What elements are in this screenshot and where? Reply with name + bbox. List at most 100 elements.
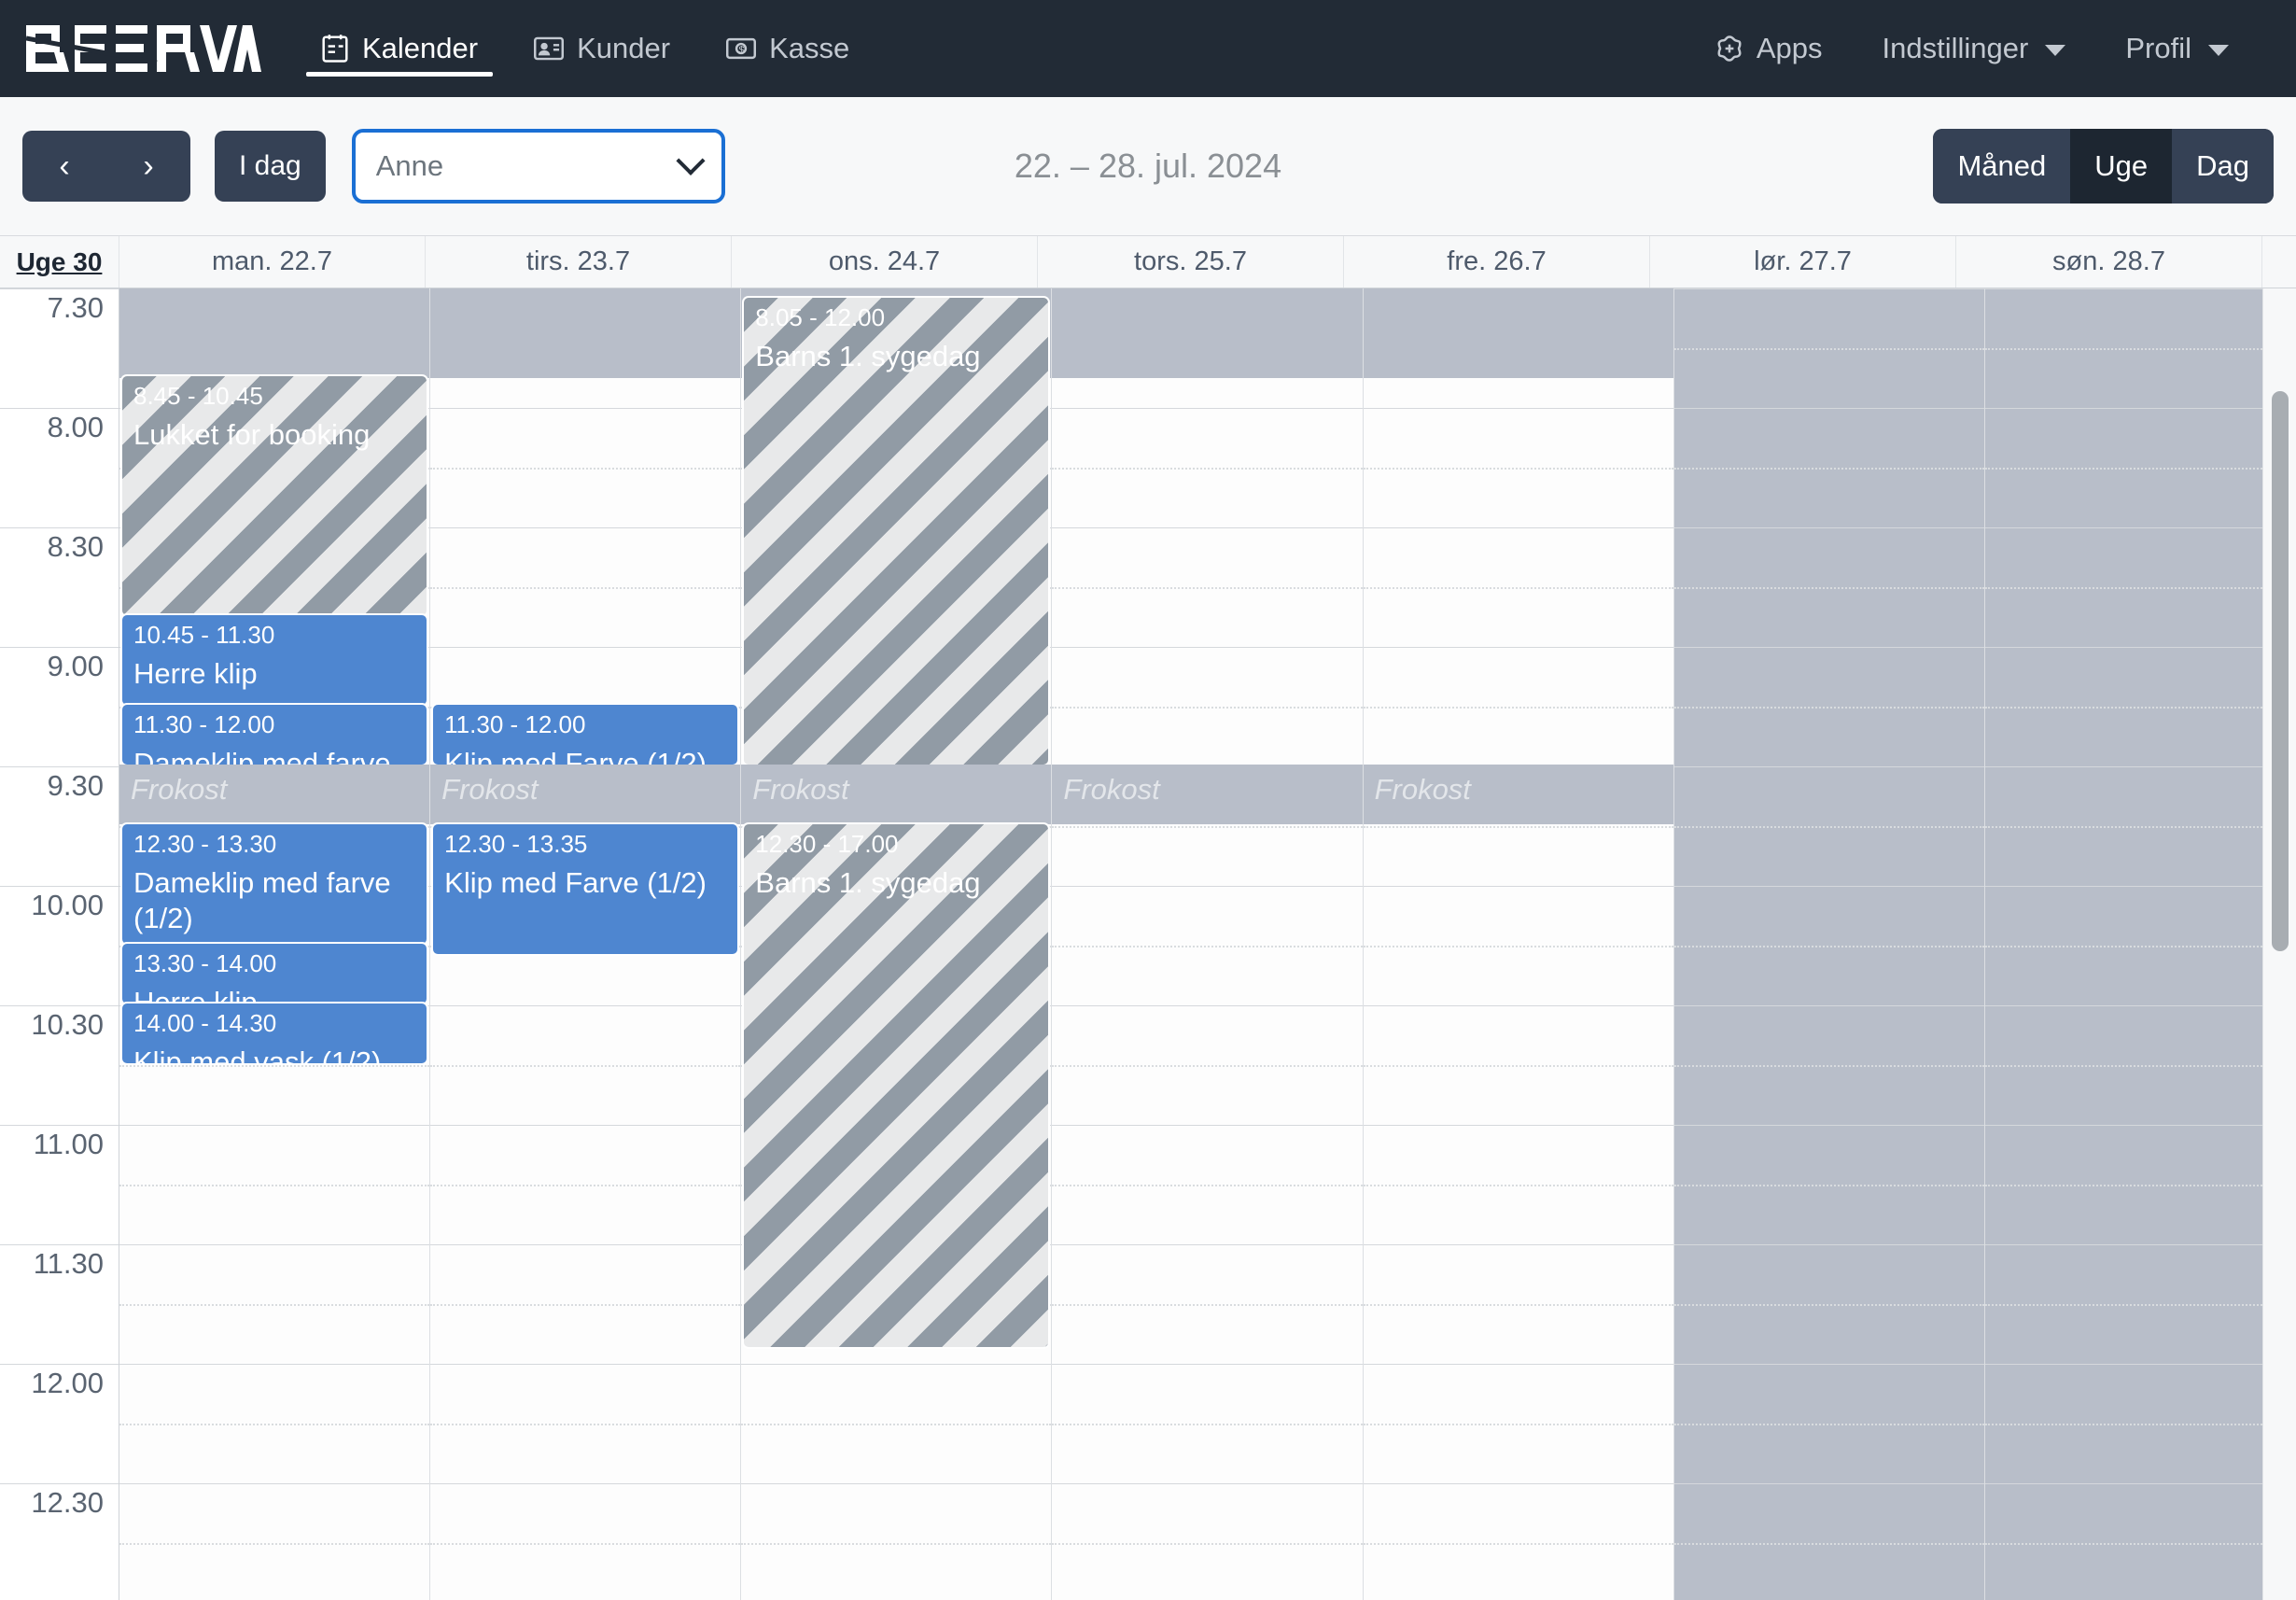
nav-indstillinger-menu[interactable]: Indstillinger	[1853, 32, 2096, 65]
day-column-1[interactable]: 11.30 - 12.00 Klip med Farve (1/2) Frokost…	[430, 288, 742, 1600]
day-header-2[interactable]: ons. 24.7	[732, 236, 1038, 288]
hour-gridline	[1052, 1125, 1363, 1126]
top-navigation-bar: Kalender Kunder $ Kasse Apps Indstilling…	[0, 0, 2296, 97]
day-column-4[interactable]: Frokost	[1363, 288, 1674, 1600]
half-hour-gridline	[119, 1065, 430, 1067]
half-hour-gridline	[1052, 1185, 1363, 1186]
today-button[interactable]: I dag	[215, 131, 326, 202]
booking-event[interactable]: 12.30 - 13.35 Klip med Farve (1/2)	[433, 824, 738, 954]
day-column-6[interactable]	[1984, 288, 2296, 1600]
time-slot-blank	[0, 1543, 119, 1600]
nav-indstillinger-label: Indstillinger	[1882, 32, 2029, 64]
booking-event[interactable]: 10.45 - 11.30 Herre klip	[122, 615, 427, 705]
half-hour-gridline	[119, 1185, 430, 1186]
half-hour-gridline	[1052, 1543, 1363, 1545]
blocked-event[interactable]: 12.30 - 17.00 Barns 1. sygedag	[744, 824, 1049, 1347]
time-label: 12.30	[31, 1486, 104, 1519]
hour-gridline	[1052, 1483, 1363, 1484]
day-column-2[interactable]: 8.05 - 12.00 Barns 1. sygedag Frokost 12.30…	[741, 288, 1053, 1600]
hour-gridline	[1673, 886, 1984, 887]
hour-gridline	[1052, 647, 1363, 648]
half-hour-gridline	[430, 468, 741, 470]
plus-circle-icon	[1715, 35, 1743, 63]
event-title: Frokost	[1374, 773, 1471, 806]
half-hour-gridline	[1363, 587, 1673, 589]
lunch-block: Frokost	[1363, 765, 1673, 824]
hour-gridline	[1363, 886, 1673, 887]
hour-gridline	[430, 408, 741, 409]
hour-gridline	[1363, 1125, 1673, 1126]
booking-event[interactable]: 11.30 - 12.00 Klip med Farve (1/2)	[433, 705, 738, 765]
half-hour-gridline	[741, 1424, 1052, 1425]
day-header-label: lør. 27.7	[1754, 246, 1852, 276]
view-button-maaned[interactable]: Måned	[1933, 129, 2071, 204]
blocked-event[interactable]: 8.05 - 12.00 Barns 1. sygedag	[744, 298, 1049, 765]
nav-tab-kunder[interactable]: Kunder	[506, 0, 698, 97]
event-title: Klip med vask (1/2)	[133, 1045, 382, 1063]
booking-event[interactable]: 12.30 - 13.30 Dameklip med farve (1/2)	[122, 824, 427, 944]
hour-gridline	[1984, 527, 2295, 528]
nav-tab-kasse-label: Kasse	[769, 32, 850, 64]
time-slot-label-12-30: 12.30	[0, 1483, 119, 1543]
view-button-uge[interactable]: Uge	[2070, 129, 2173, 204]
hour-gridline	[1984, 1005, 2295, 1006]
time-label: 10.00	[31, 889, 104, 921]
day-header-label: fre. 26.7	[1447, 246, 1547, 276]
half-hour-gridline	[1363, 946, 1673, 947]
time-slot-blank	[0, 1185, 119, 1244]
lunch-block: Frokost	[119, 765, 430, 824]
event-time: 13.30 - 14.00	[133, 949, 277, 977]
staff-select[interactable]: Anne	[351, 129, 725, 204]
view-button-dag[interactable]: Dag	[2172, 129, 2274, 204]
hour-gridline	[430, 1125, 741, 1126]
day-header-6[interactable]: søn. 28.7	[1956, 236, 2262, 288]
week-number-label[interactable]: Uge 30	[0, 236, 119, 288]
reserva-logo[interactable]	[0, 0, 293, 97]
hour-gridline	[1984, 766, 2295, 767]
day-column-5[interactable]	[1673, 288, 1985, 1600]
half-hour-gridline	[1052, 587, 1363, 589]
day-header-1[interactable]: tirs. 23.7	[426, 236, 732, 288]
booking-event[interactable]: 14.00 - 14.30 Klip med vask (1/2)	[122, 1004, 427, 1063]
day-header-3[interactable]: tors. 25.7	[1038, 236, 1344, 288]
hour-gridline	[1673, 408, 1984, 409]
day-column-0[interactable]: 8.45 - 10.45 Lukket for booking 10.45 - 11…	[119, 288, 431, 1600]
nav-tab-kasse[interactable]: $ Kasse	[698, 0, 877, 97]
event-title: Frokost	[441, 773, 539, 806]
half-hour-gridline	[1052, 1065, 1363, 1067]
half-hour-gridline	[1673, 468, 1984, 470]
lunch-block: Frokost	[741, 765, 1052, 824]
nav-tab-kalender[interactable]: Kalender	[293, 0, 506, 97]
event-title: Lukket for booking	[133, 417, 371, 451]
booking-event[interactable]: 13.30 - 14.00 Herre klip	[122, 944, 427, 1004]
chevron-down-icon	[2208, 45, 2229, 56]
time-slot-label-10-00: 10.00	[0, 886, 119, 946]
hour-gridline	[1052, 1244, 1363, 1245]
blocked-event[interactable]: 8.45 - 10.45 Lukket for booking	[122, 376, 427, 615]
vertical-scrollbar[interactable]	[2272, 288, 2289, 1600]
day-header-5[interactable]: lør. 27.7	[1650, 236, 1956, 288]
scrollbar-thumb[interactable]	[2272, 391, 2289, 951]
next-week-button[interactable]: ›	[106, 131, 190, 202]
calendar-icon	[321, 34, 349, 63]
day-grid-lines	[1052, 288, 1363, 1600]
nav-profil-menu[interactable]: Profil	[2095, 32, 2259, 65]
event-time: 12.30 - 13.35	[444, 830, 588, 858]
day-header-0[interactable]: man. 22.7	[119, 236, 426, 288]
day-header-4[interactable]: fre. 26.7	[1344, 236, 1650, 288]
time-slot-label-8-30: 8.30	[0, 527, 119, 587]
half-hour-gridline	[1984, 1185, 2295, 1186]
hour-gridline	[1673, 1125, 1984, 1126]
time-slot-blank	[0, 587, 119, 647]
day-column-3[interactable]: Frokost	[1052, 288, 1364, 1600]
nav-profil-label: Profil	[2125, 32, 2191, 64]
nav-apps-button[interactable]: Apps	[1686, 32, 1853, 65]
booking-event[interactable]: 11.30 - 12.00 Dameklip med farve (1/2)	[122, 705, 427, 765]
day-columns-area: 8.45 - 10.45 Lukket for booking 10.45 - 11…	[119, 288, 2296, 1600]
nav-tab-kunder-label: Kunder	[577, 32, 671, 64]
prev-week-button[interactable]: ‹	[22, 131, 106, 202]
hour-gridline	[119, 1125, 430, 1126]
half-hour-gridline	[1052, 707, 1363, 709]
hour-gridline	[1984, 1483, 2295, 1484]
event-title: Barns 1. sygedag	[755, 339, 981, 372]
